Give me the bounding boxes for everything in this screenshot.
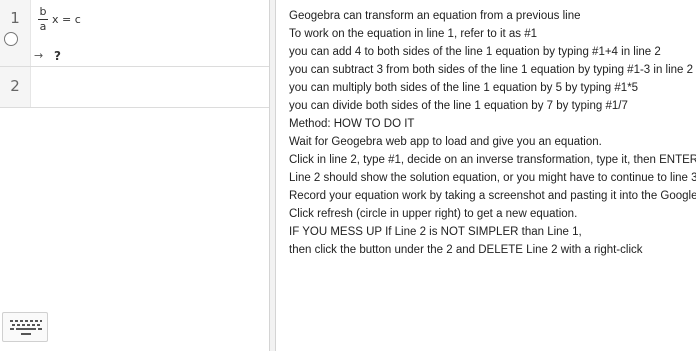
text-line: you can multiply both sides of the line … <box>289 82 639 94</box>
text-line: Record your equation work by taking a sc… <box>289 190 696 202</box>
text-line: you can add 4 to both sides of the line … <box>289 46 661 58</box>
text-line: you can divide both sides of the line 1 … <box>289 100 628 112</box>
fraction-numerator: b <box>39 5 47 18</box>
text-line: Wait for Geogebra web app to load and gi… <box>289 136 602 148</box>
instruction-text: Geogebra can transform an equation from … <box>289 7 696 259</box>
panel-splitter[interactable] <box>269 0 276 351</box>
keyboard-button[interactable] <box>2 312 48 342</box>
row-number-cell[interactable]: 2 <box>0 67 31 107</box>
equation-input[interactable]: x = c <box>52 13 81 26</box>
keyboard-icon <box>10 320 42 335</box>
text-line: Line 2 should show the solution equation… <box>289 172 696 184</box>
text-panel: Geogebra can transform an equation from … <box>277 0 696 351</box>
row-number-cell[interactable]: 1 <box>0 0 31 66</box>
cas-row-1[interactable]: 1 b a x = c → ? <box>0 0 269 67</box>
text-line: To work on the equation in line 1, refer… <box>289 28 538 40</box>
cas-row-2[interactable]: 2 <box>0 67 269 108</box>
text-line: Click refresh (circle in upper right) to… <box>289 208 578 220</box>
equation-fraction: b a <box>38 6 48 33</box>
text-line: IF YOU MESS UP If Line 2 is NOT SIMPLER … <box>289 226 582 238</box>
text-line: Click in line 2, type #1, decide on an i… <box>289 154 696 166</box>
text-line: Geogebra can transform an equation from … <box>289 10 581 22</box>
text-line: Method: HOW TO DO IT <box>289 118 415 130</box>
radio-circle-icon[interactable] <box>4 32 18 46</box>
row-number-label: 1 <box>10 9 20 27</box>
row-number-label: 2 <box>10 77 20 95</box>
text-line: then click the button under the 2 and DE… <box>289 244 643 256</box>
output-arrow-icon: → <box>34 49 44 62</box>
cas-panel: 1 b a x = c → ? 2 <box>0 0 269 351</box>
text-line: you can subtract 3 from both sides of th… <box>289 64 694 76</box>
output-value: ? <box>54 49 61 63</box>
fraction-denominator: a <box>39 20 47 33</box>
